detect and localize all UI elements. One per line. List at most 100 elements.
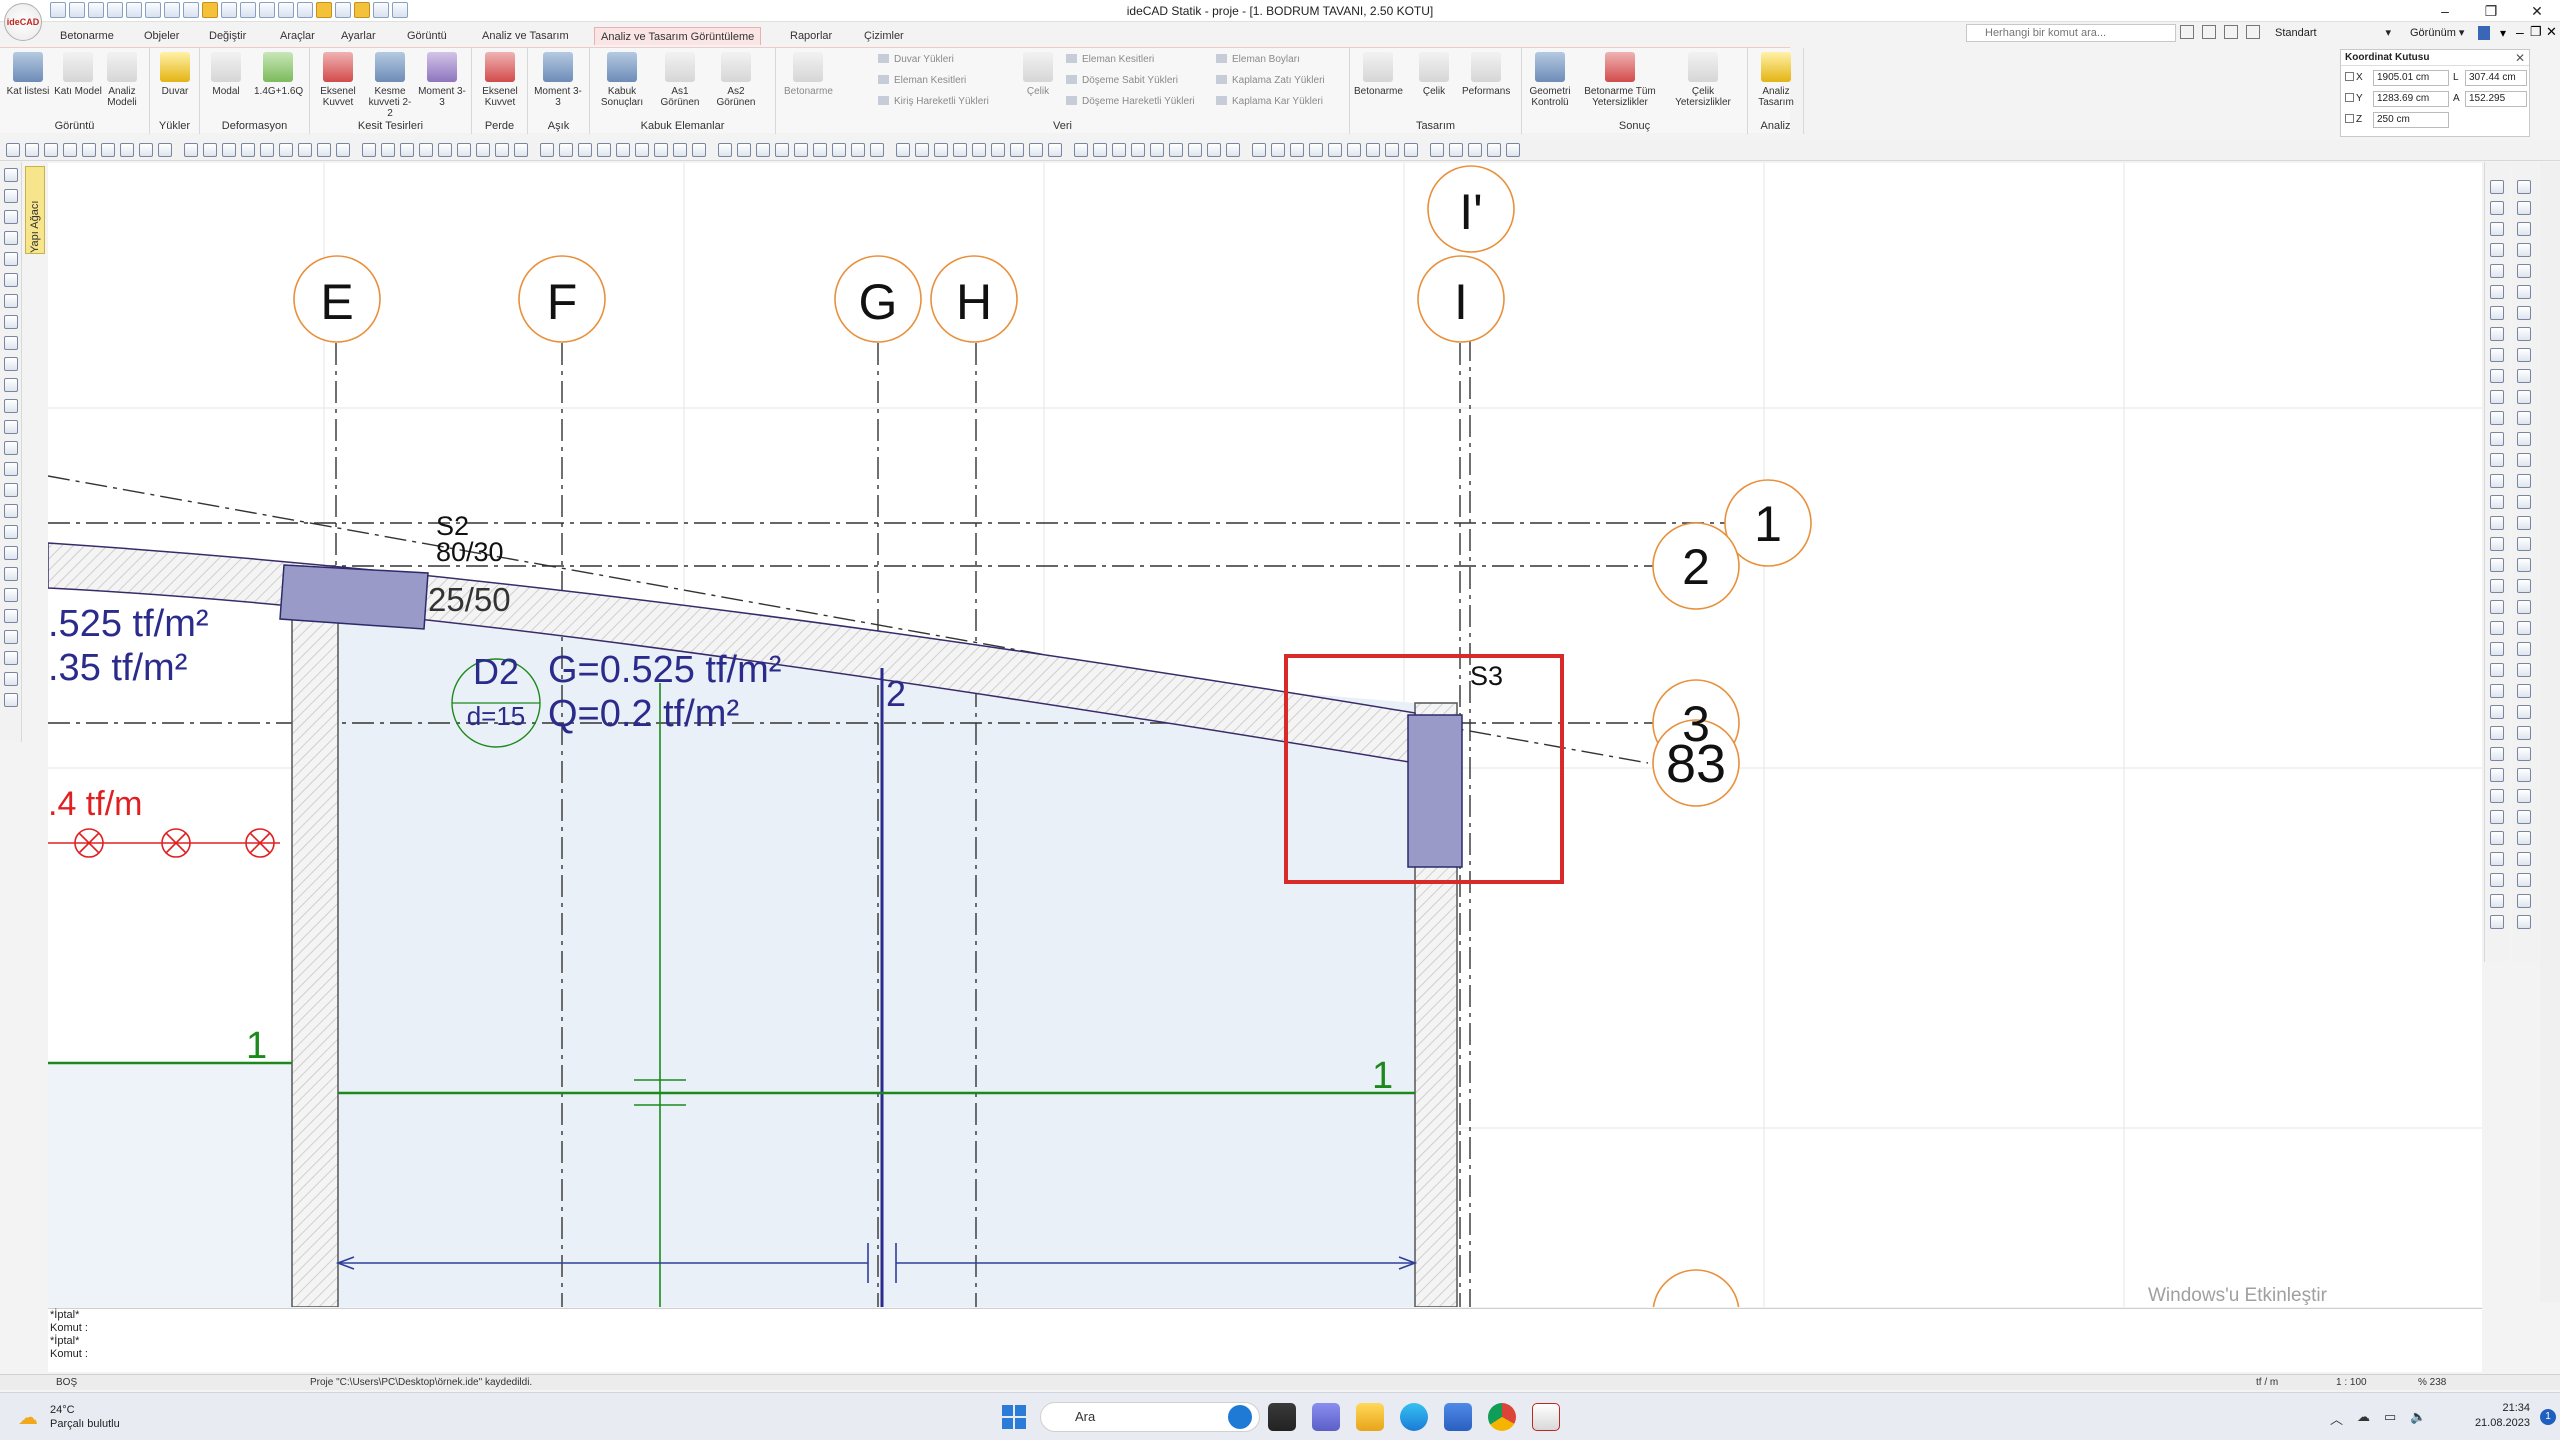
- combination-button[interactable]: 1.4G+1.6Q: [254, 52, 303, 97]
- tool-icon[interactable]: [120, 143, 134, 157]
- right-tool-icon[interactable]: [2517, 894, 2531, 908]
- coord-y-field[interactable]: 1283.69 cm: [2373, 91, 2449, 107]
- notification-badge[interactable]: 1: [2540, 1409, 2556, 1425]
- windows-cascade-icon[interactable]: [2224, 25, 2238, 39]
- kaplama-kar-yukleri-item[interactable]: Kaplama Kar Yükleri: [1216, 96, 1323, 107]
- tab-betonarme[interactable]: Betonarme: [54, 27, 120, 45]
- right-tool-icon[interactable]: [2490, 432, 2504, 446]
- tool-icon[interactable]: [1309, 143, 1323, 157]
- tool-icon[interactable]: [559, 143, 573, 157]
- right-tool-icon[interactable]: [2490, 768, 2504, 782]
- coordinate-box-close-icon[interactable]: ✕: [2515, 51, 2525, 65]
- right-tool-icon[interactable]: [2517, 600, 2531, 614]
- drawing-canvas[interactable]: E F G H I I' 1 2 3 83 S2 80/30 25/50 S3 …: [48, 163, 2482, 1307]
- right-tool-icon[interactable]: [2517, 789, 2531, 803]
- left-tool-icon[interactable]: [4, 609, 18, 623]
- tool-icon[interactable]: [139, 143, 153, 157]
- right-tool-icon[interactable]: [2490, 369, 2504, 383]
- right-tool-icon[interactable]: [2490, 873, 2504, 887]
- right-tool-icon[interactable]: [2517, 222, 2531, 236]
- right-tool-icon[interactable]: [2517, 537, 2531, 551]
- right-tool-icon[interactable]: [2490, 516, 2504, 530]
- tool-icon[interactable]: [400, 143, 414, 157]
- store-icon[interactable]: [1444, 1403, 1472, 1431]
- plan-drawing[interactable]: [48, 163, 2482, 1307]
- cursor-icon[interactable]: [2180, 25, 2194, 39]
- kiris-hareketli-yukleri-item[interactable]: Kiriş Hareketli Yükleri: [878, 96, 989, 107]
- left-tool-icon[interactable]: [4, 567, 18, 581]
- betonarme-yetersizlik-button[interactable]: Betonarme Tüm Yetersizlikler: [1582, 52, 1658, 108]
- right-tool-icon[interactable]: [2517, 873, 2531, 887]
- tab-ayarlar[interactable]: Ayarlar: [335, 27, 382, 45]
- structure-tree-tab[interactable]: Yapı Ağacı: [25, 166, 45, 254]
- tab-analiz-tasarim[interactable]: Analiz ve Tasarım: [476, 27, 575, 45]
- duvar-yukleri-item[interactable]: Duvar Yükleri: [878, 54, 954, 65]
- column-s2[interactable]: [279, 564, 429, 630]
- tool-icon[interactable]: [1093, 143, 1107, 157]
- tool-icon[interactable]: [934, 143, 948, 157]
- style-select[interactable]: Standart ▾: [2275, 24, 2395, 42]
- tool-icon[interactable]: [1188, 143, 1202, 157]
- tool-icon[interactable]: [635, 143, 649, 157]
- minimize-button[interactable]: –: [2422, 0, 2468, 22]
- right-tool-icon[interactable]: [2490, 684, 2504, 698]
- close-button[interactable]: ✕: [2514, 0, 2560, 22]
- right-tool-icon[interactable]: [2490, 201, 2504, 215]
- tool-icon[interactable]: [794, 143, 808, 157]
- tool-icon[interactable]: [832, 143, 846, 157]
- right-tool-icon[interactable]: [2517, 852, 2531, 866]
- celik-yetersizlik-button[interactable]: Çelik Yetersizlikler: [1668, 52, 1738, 108]
- ribbon-restore-icon[interactable]: ❐: [2530, 24, 2542, 40]
- taskbar-clock[interactable]: 21:34 21.08.2023: [2450, 1401, 2530, 1431]
- tool-icon[interactable]: [1404, 143, 1418, 157]
- right-tool-icon[interactable]: [2517, 327, 2531, 341]
- tool-icon[interactable]: [336, 143, 350, 157]
- right-tool-icon[interactable]: [2490, 474, 2504, 488]
- right-tool-icon[interactable]: [2517, 810, 2531, 824]
- right-tool-icon[interactable]: [2490, 453, 2504, 467]
- right-tool-icon[interactable]: [2517, 411, 2531, 425]
- command-log[interactable]: *İptal* Komut : *İptal* Komut :: [48, 1308, 2482, 1372]
- left-tool-icon[interactable]: [4, 231, 18, 245]
- left-tool-icon[interactable]: [4, 483, 18, 497]
- right-tool-icon[interactable]: [2517, 684, 2531, 698]
- tool-icon[interactable]: [578, 143, 592, 157]
- veri-celik-button[interactable]: Çelik: [1014, 52, 1062, 97]
- coord-z-field[interactable]: 250 cm: [2373, 112, 2449, 128]
- right-tool-icon[interactable]: [2517, 348, 2531, 362]
- left-tool-icon[interactable]: [4, 399, 18, 413]
- tool-icon[interactable]: [1449, 143, 1463, 157]
- left-tool-icon[interactable]: [4, 168, 18, 182]
- right-tool-icon[interactable]: [2517, 243, 2531, 257]
- tool-icon[interactable]: [1074, 143, 1088, 157]
- right-tool-icon[interactable]: [2517, 180, 2531, 194]
- tool-icon[interactable]: [597, 143, 611, 157]
- ribbon-close-icon[interactable]: ✕: [2546, 24, 2557, 40]
- right-tool-icon[interactable]: [2517, 306, 2531, 320]
- right-tool-icon[interactable]: [2517, 663, 2531, 677]
- tool-icon[interactable]: [457, 143, 471, 157]
- veri-betonarme-button[interactable]: Betonarme: [784, 52, 833, 97]
- tool-icon[interactable]: [692, 143, 706, 157]
- tool-icon[interactable]: [756, 143, 770, 157]
- tool-icon[interactable]: [279, 143, 293, 157]
- right-tool-icon[interactable]: [2490, 285, 2504, 299]
- bing-chat-icon[interactable]: [1228, 1405, 1252, 1429]
- tool-icon[interactable]: [616, 143, 630, 157]
- left-tool-icon[interactable]: [4, 462, 18, 476]
- right-tool-icon[interactable]: [2517, 495, 2531, 509]
- help-icon[interactable]: [2478, 26, 2490, 40]
- tasarim-celik-button[interactable]: Çelik: [1410, 52, 1458, 97]
- status-unit[interactable]: tf / m: [2256, 1377, 2278, 1388]
- tool-icon[interactable]: [1252, 143, 1266, 157]
- teams-icon[interactable]: [1312, 1403, 1340, 1431]
- tool-icon[interactable]: [6, 143, 20, 157]
- left-tool-icon[interactable]: [4, 672, 18, 686]
- tool-icon[interactable]: [1385, 143, 1399, 157]
- right-tool-icon[interactable]: [2490, 390, 2504, 404]
- tool-icon[interactable]: [1487, 143, 1501, 157]
- tool-icon[interactable]: [1112, 143, 1126, 157]
- idecad-taskbar-icon[interactable]: [1532, 1403, 1560, 1431]
- tool-icon[interactable]: [1347, 143, 1361, 157]
- right-tool-icon[interactable]: [2517, 621, 2531, 635]
